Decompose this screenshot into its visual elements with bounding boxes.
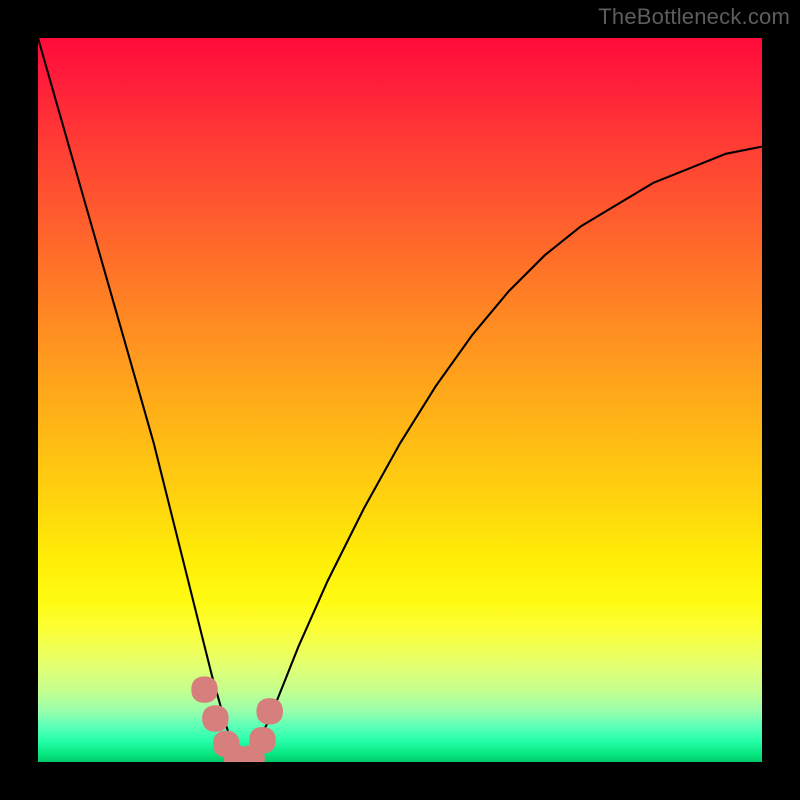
curve-svg [38,38,762,762]
outer-frame: TheBottleneck.com [0,0,800,800]
curve-marker-0 [195,680,215,700]
marker-group [195,680,280,762]
curve-marker-5 [252,730,272,750]
plot-area [38,38,762,762]
watermark-text: TheBottleneck.com [598,4,790,30]
curve-marker-1 [205,709,225,729]
curve-marker-6 [260,701,280,721]
bottleneck-curve [38,38,762,762]
